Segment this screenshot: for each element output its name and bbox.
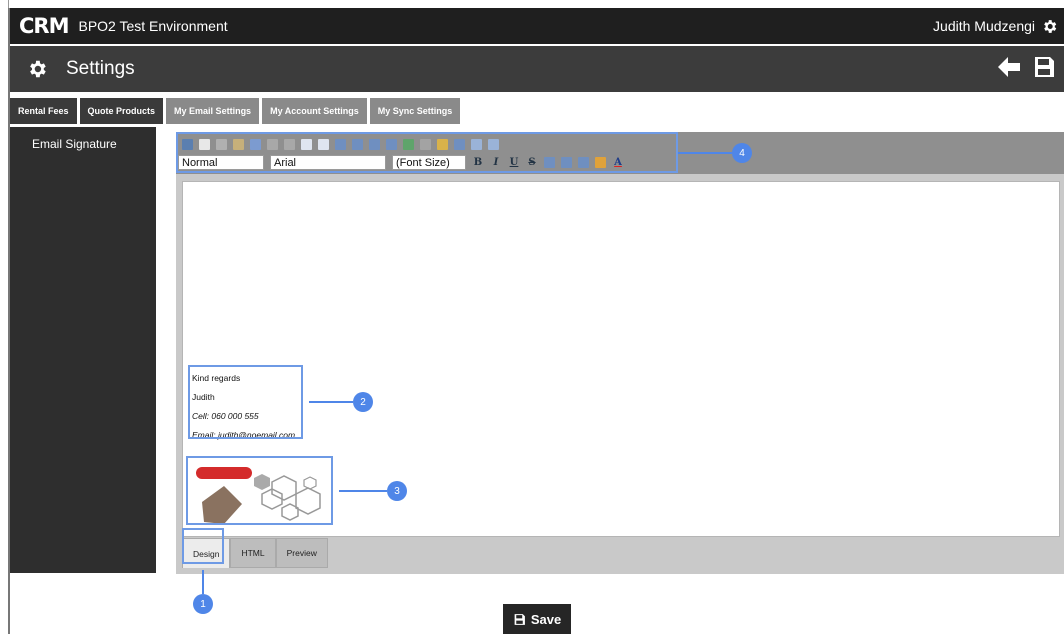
annotation-marker-2: 2 [353,392,373,412]
sidebar: Email Signature [10,127,156,573]
app-window: CRM BPO2 Test Environment Judith Mudzeng… [8,8,1064,634]
tab-rental-fees[interactable]: Rental Fees [10,98,77,124]
user-name[interactable]: Judith Mudzengi [933,18,1035,34]
tab-html[interactable]: HTML [230,538,276,568]
annotation-connector-2 [309,401,353,403]
annotation-box-1 [182,528,224,564]
tab-my-email-settings[interactable]: My Email Settings [166,98,260,124]
annotation-marker-1: 1 [193,594,213,614]
annotation-connector-3 [339,490,387,492]
annotation-box-2 [188,365,303,439]
page-title: Settings [66,58,135,79]
tab-preview[interactable]: Preview [275,538,328,568]
tab-my-sync-settings[interactable]: My Sync Settings [369,98,461,124]
save-floppy-icon[interactable] [1032,55,1056,84]
annotation-box-3 [186,456,333,525]
settings-tabs: Rental Fees Quote Products My Email Sett… [10,98,461,124]
annotation-connector-4 [678,152,732,154]
annotation-marker-3: 3 [387,481,407,501]
tab-my-account-settings[interactable]: My Account Settings [262,98,367,124]
annotation-connector-1 [202,570,204,594]
save-button[interactable]: Save [503,604,571,634]
environment-title: BPO2 Test Environment [78,18,228,34]
back-arrow-icon[interactable] [996,55,1022,84]
annotation-marker-4: 4 [732,143,752,163]
settings-gear-icon [26,58,48,80]
outer-top-margin [0,0,1064,8]
annotation-box-4 [176,132,678,173]
sidebar-item-email-signature[interactable]: Email Signature [10,127,156,151]
top-bar: CRM BPO2 Test Environment Judith Mudzeng… [10,8,1064,44]
settings-header: Settings [10,46,1064,92]
header-actions [996,55,1056,84]
save-icon [514,613,525,625]
save-button-label: Save [530,611,562,627]
tab-quote-products[interactable]: Quote Products [79,98,164,124]
gear-icon[interactable] [1041,18,1058,35]
crm-logo: CRM [19,14,69,38]
